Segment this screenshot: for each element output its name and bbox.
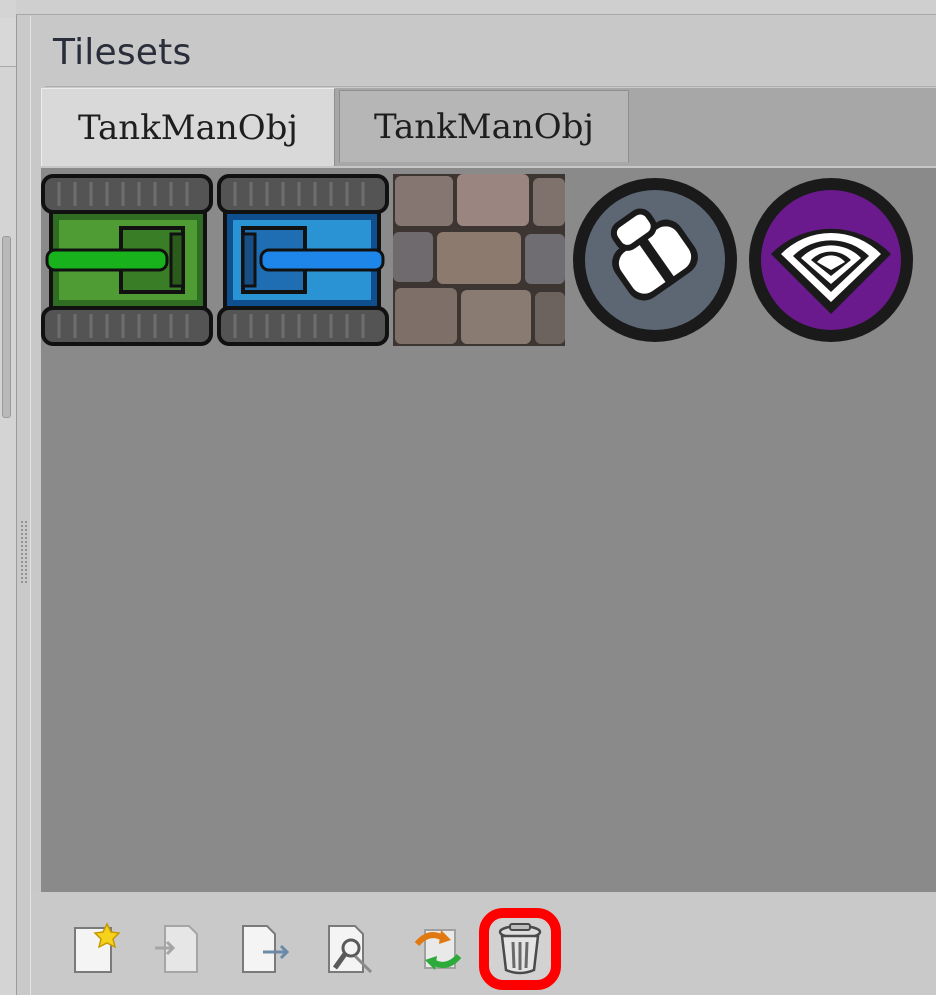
- tile-green-tank[interactable]: [41, 174, 213, 346]
- tileset-properties-icon: [328, 925, 373, 974]
- remove-tileset-button[interactable]: [479, 908, 561, 990]
- splitter-handle[interactable]: [20, 520, 28, 584]
- window-top-border: [16, 0, 936, 15]
- import-tileset-icon: [155, 925, 198, 973]
- blue-tank-icon: [217, 174, 389, 346]
- tab-tankmanobj-2[interactable]: TankManObj: [339, 90, 629, 162]
- reload-tileset-icon: [414, 929, 462, 970]
- left-scrollbar-thumb[interactable]: [2, 236, 11, 418]
- tileset-toolbar: [31, 892, 936, 995]
- tileset-tab-bar: TankManObj TankManObj: [41, 88, 936, 166]
- tab-tankmanobj-1[interactable]: TankManObj: [41, 88, 335, 166]
- new-tileset-button[interactable]: [65, 918, 127, 980]
- dock-strip-cap: [0, 18, 16, 67]
- green-tank-icon: [41, 174, 213, 346]
- title-divider: [45, 86, 936, 87]
- reload-tileset-button[interactable]: [407, 918, 469, 980]
- tile-gray-shield-badge[interactable]: [569, 174, 741, 346]
- purple-wifi-badge-icon: [749, 178, 913, 342]
- panel-title: Tilesets: [53, 32, 192, 73]
- new-tileset-icon: [74, 922, 121, 973]
- gray-badge-icon: [573, 178, 737, 342]
- tile-blue-tank[interactable]: [217, 174, 389, 346]
- export-tileset-button[interactable]: [235, 918, 297, 980]
- import-tileset-button[interactable]: [145, 918, 207, 980]
- left-dock-strip: [0, 0, 17, 995]
- tileset-properties-button[interactable]: [321, 918, 383, 980]
- stone-brick-icon: [393, 174, 565, 346]
- tile-purple-wifi-badge[interactable]: [745, 174, 917, 346]
- export-tileset-icon: [242, 925, 290, 973]
- remove-tileset-icon: [498, 923, 542, 975]
- tile-stone-brick-wall[interactable]: [393, 174, 565, 346]
- tilesets-panel: Tilesets TankManObj TankManObj: [30, 16, 936, 995]
- tileset-view[interactable]: [41, 166, 936, 894]
